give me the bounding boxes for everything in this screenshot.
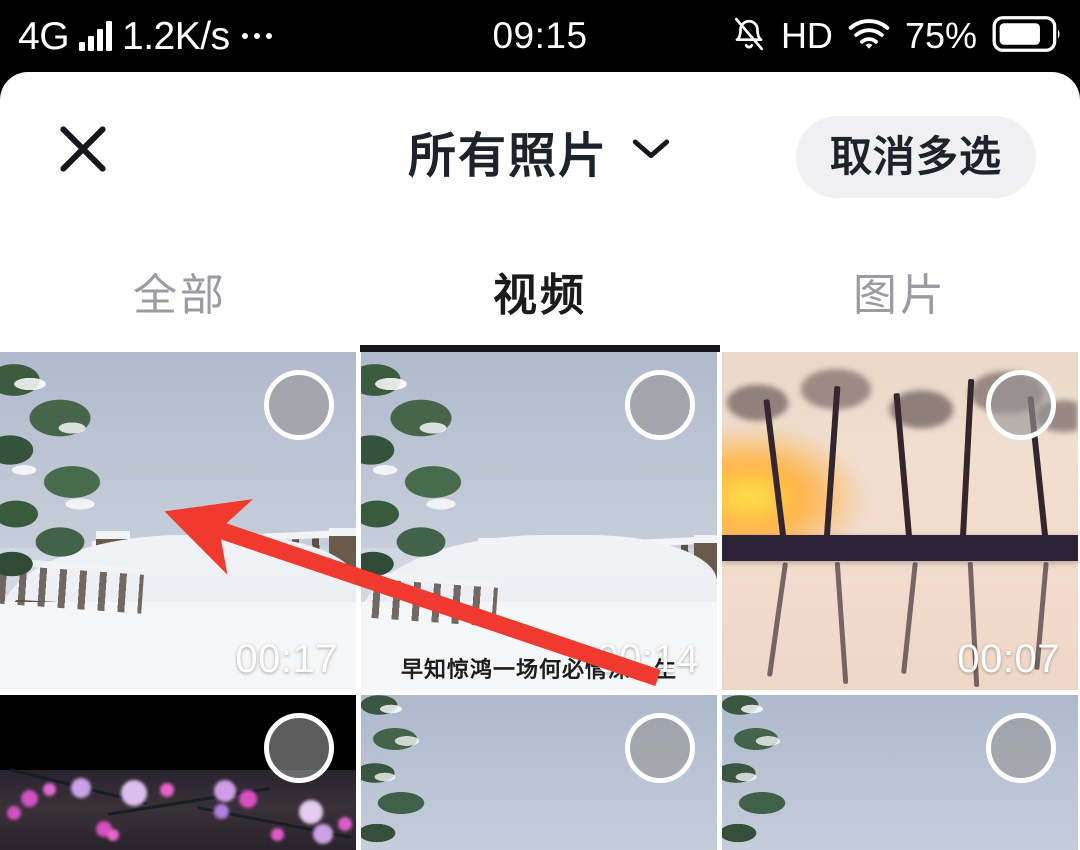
tab-image-label: 图片 [853, 271, 947, 320]
video-duration: 00:07 [957, 637, 1060, 681]
selection-circle-icon[interactable] [986, 713, 1056, 783]
battery-percent-label: 75% [904, 15, 977, 56]
picker-header: 所有照片 取消多选 [0, 72, 1080, 230]
media-cell[interactable] [0, 695, 356, 850]
page-title: 所有照片 [407, 130, 608, 183]
video-duration: 00:17 [235, 637, 338, 681]
tab-video[interactable]: 视频 [360, 230, 720, 352]
wifi-icon [848, 18, 890, 55]
selection-circle-icon[interactable] [625, 370, 695, 440]
tab-all[interactable]: 全部 [0, 230, 360, 352]
tab-all-label: 全部 [133, 271, 227, 320]
selection-circle-icon[interactable] [625, 713, 695, 783]
cancel-multiselect-label: 取消多选 [829, 133, 1002, 180]
status-bar: 4G 1.2K/s 09:15 HD 75% [0, 0, 1080, 72]
phone-screenshot: 4G 1.2K/s 09:15 HD 75% 所有照片 取消多选 全部 视频 图… [0, 0, 1080, 850]
selection-circle-icon[interactable] [264, 713, 334, 783]
tab-video-label: 视频 [493, 271, 587, 320]
selection-circle-icon[interactable] [264, 370, 334, 440]
video-duration: 00:14 [596, 637, 699, 681]
selection-circle-icon[interactable] [986, 370, 1056, 440]
media-type-tabs: 全部 视频 图片 [0, 230, 1080, 352]
status-bar-clock: 09:15 [492, 15, 588, 56]
media-cell[interactable]: 00:17 [0, 352, 356, 690]
hd-label: HD [780, 15, 833, 56]
battery-icon [992, 15, 1062, 57]
tab-video-underline [360, 345, 720, 352]
chevron-down-icon [630, 136, 672, 167]
media-cell[interactable] [361, 695, 717, 850]
media-cell[interactable] [722, 695, 1078, 850]
media-cell[interactable]: 早知惊鸿一场何必情深一生 00:14 [361, 352, 717, 690]
bell-muted-icon [732, 15, 766, 58]
cancel-multiselect-button[interactable]: 取消多选 [795, 116, 1036, 198]
photo-picker-sheet: 所有照片 取消多选 全部 视频 图片 00:17 早知惊鸿一场何必情深一生 00… [0, 72, 1080, 850]
status-bar-right: HD 75% [732, 0, 1062, 72]
tab-image[interactable]: 图片 [720, 230, 1080, 352]
media-cell[interactable]: 00:07 [722, 352, 1078, 690]
media-grid: 00:17 早知惊鸿一场何必情深一生 00:14 00:07 [0, 352, 1080, 850]
